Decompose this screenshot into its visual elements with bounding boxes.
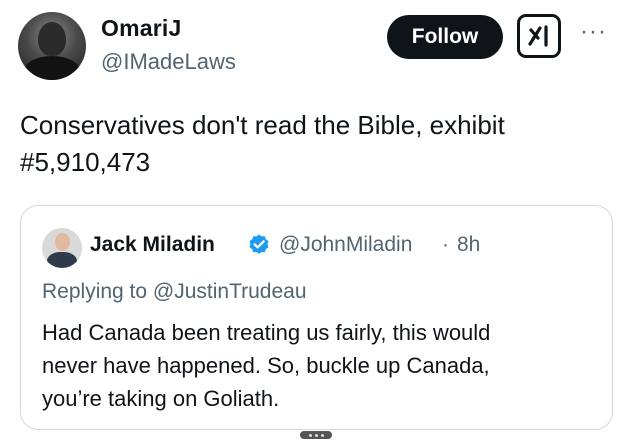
verified-badge-icon (249, 234, 269, 254)
page-indicator (300, 431, 332, 439)
author-name[interactable]: OmariJ (101, 15, 181, 42)
indicator-dot (308, 433, 312, 437)
grok-icon (528, 25, 548, 47)
grok-button[interactable] (517, 14, 561, 58)
quoted-author-name: Jack Miladin (90, 233, 215, 256)
author-handle[interactable]: @IMadeLaws (101, 49, 236, 75)
avatar-head (55, 233, 70, 251)
quoted-author-avatar (42, 228, 82, 268)
indicator-dot (314, 433, 318, 437)
quoted-author-handle: @JohnMiladin (279, 233, 413, 256)
tweet-text: Conservatives don't read the Bible, exhi… (20, 110, 505, 177)
replying-to-line: Replying to @JustinTrudeau (42, 280, 307, 304)
follow-button[interactable]: Follow (387, 15, 503, 59)
avatar-body (47, 252, 77, 268)
separator-dot: · (442, 233, 449, 256)
quoted-tweet-text: Had Canada been treating us fairly, this… (42, 320, 491, 411)
quoted-tweet-card[interactable]: Jack Miladin @JohnMiladin · 8h Replying … (20, 205, 613, 430)
replying-mention-link[interactable]: @JustinTrudeau (153, 280, 307, 303)
author-avatar[interactable] (18, 12, 86, 80)
indicator-dot (320, 433, 324, 437)
quoted-timestamp: 8h (457, 233, 481, 256)
more-options-button[interactable]: ··· (580, 20, 607, 44)
avatar-shoulders (24, 56, 80, 80)
replying-prefix: Replying to (42, 280, 148, 303)
avatar-face (38, 22, 66, 56)
